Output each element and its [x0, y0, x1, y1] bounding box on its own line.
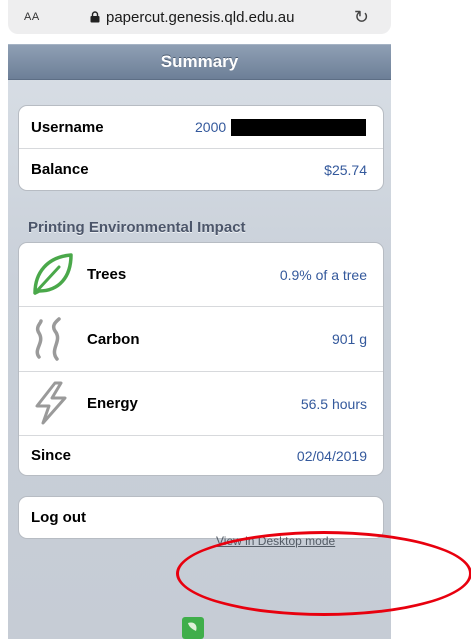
account-group: Username 2000 Balance $25.74: [18, 105, 384, 191]
username-label: Username: [31, 118, 104, 136]
papercut-logo-icon: [182, 617, 204, 639]
energy-label: Energy: [87, 395, 138, 412]
balance-value: $25.74: [324, 161, 367, 178]
lock-icon: [90, 11, 100, 23]
since-row: Since 02/04/2019: [19, 436, 383, 475]
since-label: Since: [31, 447, 72, 464]
url-text: papercut.genesis.qld.edu.au: [106, 8, 295, 26]
since-value: 02/04/2019: [296, 447, 367, 464]
browser-address-bar[interactable]: AA papercut.genesis.qld.edu.au ↻: [8, 0, 391, 34]
lightning-icon: [35, 381, 67, 425]
logout-label: Log out: [31, 509, 86, 526]
reload-icon[interactable]: ↻: [354, 7, 369, 28]
impact-group: Trees 0.9% of a tree Carbon 901 g Energy…: [18, 242, 384, 476]
carbon-row: Carbon 901 g: [19, 307, 383, 372]
username-value: 2000: [195, 119, 227, 135]
trees-row: Trees 0.9% of a tree: [19, 243, 383, 307]
balance-row: Balance $25.74: [19, 149, 383, 190]
url-field[interactable]: papercut.genesis.qld.edu.au: [90, 9, 294, 26]
username-row: Username 2000: [19, 106, 383, 149]
trees-value: 0.9% of a tree: [279, 266, 367, 283]
energy-row: Energy 56.5 hours: [19, 372, 383, 436]
page-header: Summary: [8, 44, 391, 80]
redaction-bar: [231, 119, 366, 136]
carbon-value: 901 g: [331, 331, 367, 347]
page-title: Summary: [160, 52, 239, 71]
leaf-icon: [33, 253, 73, 295]
carbon-label: Carbon: [87, 330, 140, 348]
trees-label: Trees: [87, 266, 127, 283]
environmental-impact-heading: Printing Environmental Impact: [28, 219, 246, 236]
smoke-icon: [35, 317, 61, 361]
energy-value: 56.5 hours: [300, 395, 367, 412]
annotation-circle: [176, 531, 471, 616]
text-size-button[interactable]: AA: [24, 11, 40, 23]
balance-label: Balance: [31, 161, 89, 178]
